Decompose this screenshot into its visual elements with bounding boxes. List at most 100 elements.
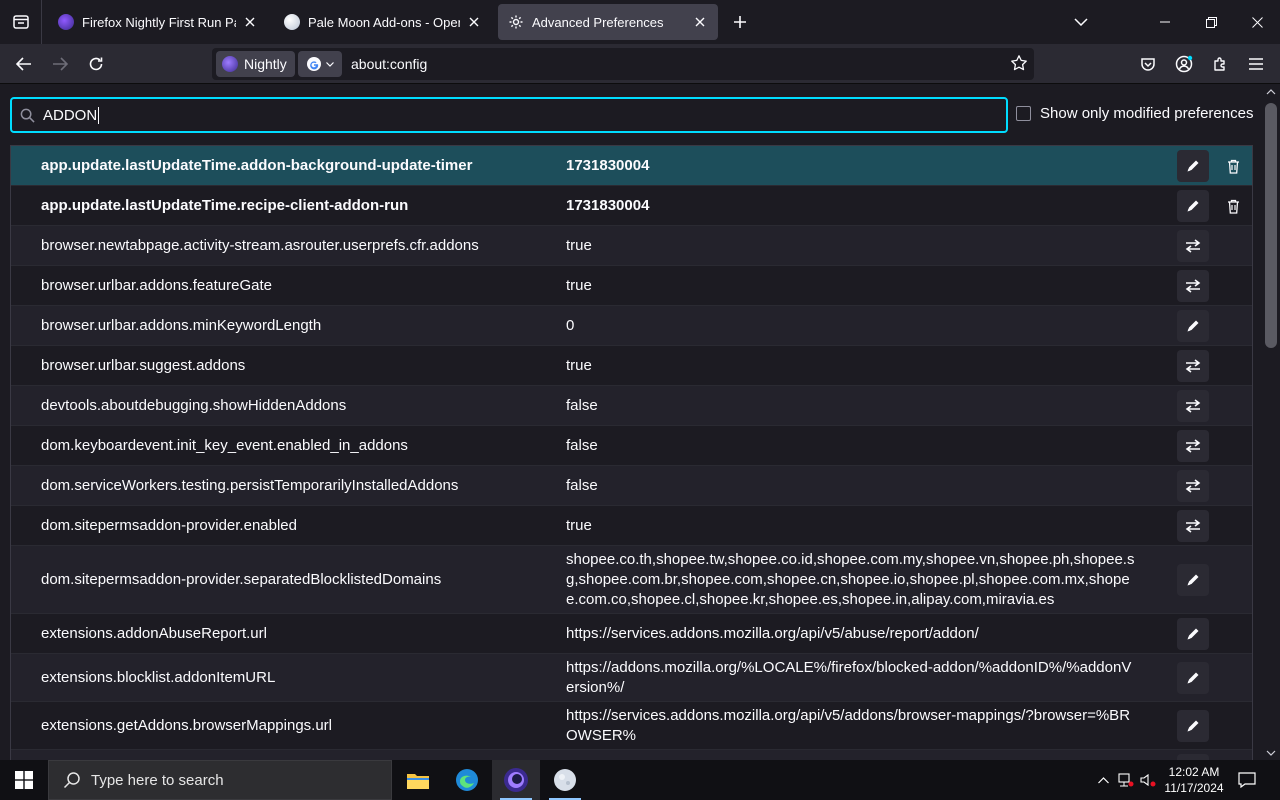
pref-row[interactable]: dom.serviceWorkers.testing.persistTempor… [11,466,1252,506]
network-tray-button[interactable] [1116,760,1136,800]
new-tab-button[interactable] [728,10,752,34]
toggle-arrows-icon [1185,359,1201,373]
edit-button[interactable] [1177,662,1209,694]
close-tab-icon[interactable] [692,14,708,30]
firefox-view-button[interactable] [0,0,42,44]
edit-button[interactable] [1177,564,1209,596]
pref-row[interactable]: extensions.getAddons.browserMappings.url… [11,702,1252,750]
pref-row[interactable]: app.update.lastUpdateTime.recipe-client-… [11,186,1252,226]
bookmark-star-button[interactable] [1010,54,1028,72]
show-modified-toggle[interactable]: Show only modified preferences [1016,105,1253,122]
search-value: ADDON [43,106,98,124]
trash-icon [1227,159,1239,174]
volume-tray-button[interactable] [1138,760,1158,800]
chevron-down-icon [1074,18,1088,26]
pref-row[interactable] [11,750,1252,760]
edit-button[interactable] [1177,150,1209,182]
close-tab-icon[interactable] [466,14,482,30]
firefox-nightly-icon [58,14,74,30]
toggle-button[interactable] [1177,430,1209,462]
edge-icon [456,769,478,791]
pref-name: devtools.aboutdebugging.showHiddenAddons [41,397,347,414]
pref-search-input[interactable]: ADDON [10,97,1008,133]
close-window-button[interactable] [1234,0,1280,44]
pref-row[interactable]: browser.newtabpage.activity-stream.asrou… [11,226,1252,266]
pref-row[interactable]: devtools.aboutdebugging.showHiddenAddons… [11,386,1252,426]
show-modified-checkbox[interactable] [1016,106,1031,121]
tab-firefox-nightly[interactable]: Firefox Nightly First Run Page [48,4,268,40]
pref-name: dom.serviceWorkers.testing.persistTempor… [41,477,459,494]
page-scrollbar[interactable] [1262,85,1280,760]
toggle-button[interactable] [1177,390,1209,422]
pref-value: true [566,276,592,294]
identity-label: Nightly [244,56,287,72]
pref-name: browser.newtabpage.activity-stream.asrou… [41,237,479,254]
account-button[interactable] [1168,48,1200,80]
show-hidden-icons-button[interactable] [1094,760,1112,800]
pencil-icon [1187,320,1199,332]
pocket-icon [1141,58,1155,71]
app-menu-button[interactable] [1240,48,1272,80]
pref-row[interactable]: browser.urlbar.suggest.addons true [11,346,1252,386]
puzzle-icon [1214,57,1225,71]
toggle-button[interactable] [1177,470,1209,502]
tab-title: Pale Moon Add-ons - OpenDo [308,14,460,30]
toggle-button[interactable] [1177,510,1209,542]
tab-advanced-preferences[interactable]: Advanced Preferences [498,4,718,40]
pref-row[interactable]: browser.urlbar.addons.minKeywordLength 0 [11,306,1252,346]
toggle-button[interactable] [1177,350,1209,382]
pref-name: app.update.lastUpdateTime.recipe-client-… [41,197,409,214]
start-button[interactable] [0,760,48,800]
edit-button[interactable] [1177,190,1209,222]
scroll-down-icon [1266,750,1276,756]
pencil-icon [1187,628,1199,640]
identity-box[interactable]: Nightly [216,51,295,77]
pref-row[interactable]: extensions.addonAbuseReport.url https://s… [11,614,1252,654]
pref-row[interactable]: app.update.lastUpdateTime.addon-backgrou… [11,146,1252,186]
notification-icon [1238,772,1256,788]
taskbar-clock[interactable]: 12:02 AM 11/17/2024 [1160,764,1228,796]
reset-button[interactable] [1221,192,1245,220]
pref-row[interactable]: dom.keyboardevent.init_key_event.enabled… [11,426,1252,466]
clock-time: 12:02 AM [1168,765,1220,779]
edge-button[interactable] [443,760,491,800]
action-center-button[interactable] [1234,760,1260,800]
pocket-button[interactable] [1132,48,1164,80]
pref-row[interactable]: dom.sitepermsaddon-provider.enabled true [11,506,1252,546]
arrow-left-icon [16,57,31,71]
firefox-nightly-taskbar-button[interactable] [492,760,540,800]
pref-row[interactable]: browser.urlbar.addons.featureGate true [11,266,1252,306]
close-tab-icon[interactable] [242,14,258,30]
pencil-icon [1187,574,1199,586]
edit-button[interactable] [1177,710,1209,742]
pref-value: 1731830004 [566,156,650,174]
extensions-button[interactable] [1204,48,1236,80]
reset-button[interactable] [1221,152,1245,180]
pale-moon-taskbar-button[interactable] [541,760,589,800]
pref-row[interactable]: dom.sitepermsaddon-provider.separatedBlo… [11,546,1252,614]
toggle-button[interactable] [1177,270,1209,302]
minimize-button[interactable] [1142,0,1188,44]
url-text[interactable]: about:config [351,56,427,72]
toggle-arrows-icon [1185,399,1201,413]
edit-button[interactable] [1177,618,1209,650]
restore-icon [1205,16,1217,28]
tab-pale-moon-addons[interactable]: Pale Moon Add-ons - OpenDo [274,4,492,40]
taskbar-search-box[interactable]: Type here to search [48,760,392,800]
pref-name: extensions.addonAbuseReport.url [41,625,267,642]
restore-button[interactable] [1188,0,1234,44]
back-button[interactable] [8,48,40,80]
pref-name: browser.urlbar.addons.minKeywordLength [41,317,322,334]
pref-row[interactable]: extensions.blocklist.addonItemURL https:/… [11,654,1252,702]
pref-value: 0 [566,316,575,334]
toggle-button[interactable] [1177,230,1209,262]
edit-button[interactable] [1177,310,1209,342]
list-all-tabs-button[interactable] [1058,0,1104,44]
forward-button[interactable] [44,48,76,80]
file-explorer-button[interactable] [394,760,442,800]
url-bar[interactable]: Nightly about:config [212,48,1034,80]
plus-icon [734,16,746,28]
reload-button[interactable] [80,48,112,80]
search-engine-button[interactable] [298,51,342,77]
scrollbar-thumb[interactable] [1265,103,1277,348]
